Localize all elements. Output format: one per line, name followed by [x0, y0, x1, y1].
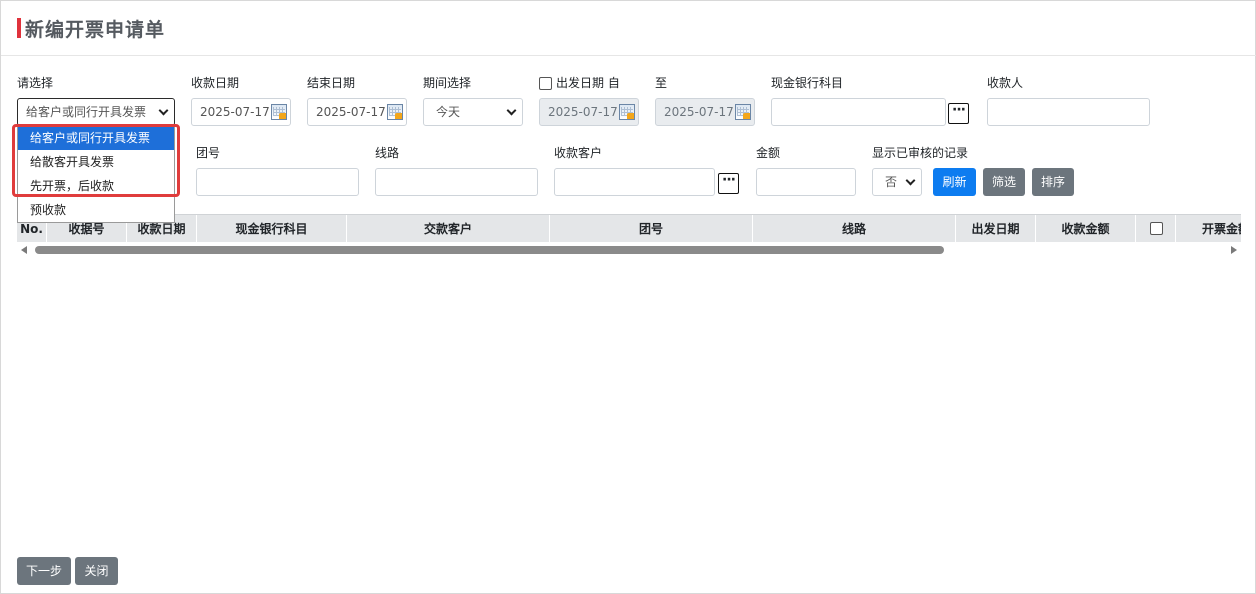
- invoice-type-value: 给客户或同行开具发票: [26, 105, 147, 119]
- customer-picker-button[interactable]: ···: [718, 173, 739, 194]
- column-header-invoice-amount[interactable]: 开票金额: [1176, 215, 1241, 242]
- column-header-amount[interactable]: 收款金额: [1036, 215, 1136, 242]
- depart-to-input[interactable]: 2025-07-17: [655, 98, 755, 126]
- column-header-depart-date[interactable]: 出发日期: [956, 215, 1036, 242]
- group-label: 团号: [196, 146, 221, 160]
- period-label: 期间选择: [423, 76, 472, 90]
- receive-date-input[interactable]: 2025-07-17: [191, 98, 291, 126]
- dropdown-option[interactable]: 预收款: [18, 198, 174, 222]
- sort-button[interactable]: 排序: [1032, 168, 1074, 196]
- depart-from-value: 2025-07-17: [548, 105, 618, 119]
- payee-label: 收款人: [987, 76, 1024, 90]
- filter-button[interactable]: 筛选: [983, 168, 1025, 196]
- dialog-window: 新编开票申请单 请选择 收款日期 结束日期 期间选择 出发日期 自 至 现金银行…: [0, 0, 1256, 594]
- amount-label: 金额: [756, 146, 781, 160]
- end-date-input[interactable]: 2025-07-17: [307, 98, 407, 126]
- calendar-icon[interactable]: [619, 104, 635, 120]
- calendar-icon[interactable]: [735, 104, 751, 120]
- to-label: 至: [655, 76, 668, 90]
- period-select[interactable]: 今天: [423, 98, 523, 126]
- customer-label: 收款客户: [554, 146, 603, 160]
- customer-input[interactable]: [554, 168, 715, 196]
- route-input[interactable]: [375, 168, 538, 196]
- select-all-checkbox[interactable]: [1150, 222, 1163, 235]
- page-title: 新编开票申请单: [25, 19, 166, 41]
- scroll-left-arrow-icon[interactable]: [21, 246, 27, 254]
- scrollbar-thumb[interactable]: [35, 246, 944, 254]
- bank-label: 现金银行科目: [771, 76, 844, 90]
- column-header-group-no[interactable]: 团号: [550, 215, 753, 242]
- receive-date-value: 2025-07-17: [200, 105, 270, 119]
- depart-date-label: 出发日期 自: [556, 76, 620, 90]
- period-value: 今天: [436, 105, 461, 119]
- depart-date-checkbox[interactable]: [539, 77, 552, 90]
- depart-from-input[interactable]: 2025-07-17: [539, 98, 639, 126]
- calendar-icon[interactable]: [271, 104, 287, 120]
- bank-input[interactable]: [771, 98, 946, 126]
- select-label: 请选择: [17, 76, 54, 90]
- next-step-button[interactable]: 下一步: [17, 557, 71, 585]
- invoice-type-select[interactable]: 给客户或同行开具发票: [17, 98, 175, 126]
- column-header-bank-account[interactable]: 现金银行科目: [197, 215, 347, 242]
- calendar-icon[interactable]: [387, 104, 403, 120]
- group-input[interactable]: [196, 168, 359, 196]
- highlight-box: [12, 124, 180, 197]
- chevron-down-icon: [158, 105, 169, 116]
- close-button[interactable]: 关闭: [75, 557, 118, 585]
- table-header: No. 收据号 收款日期 现金银行科目 交款客户 团号 线路 出发日期 收款金额…: [17, 214, 1241, 242]
- amount-input[interactable]: [756, 168, 856, 196]
- title-accent-bar: [17, 18, 21, 38]
- show-audited-value: 否: [885, 175, 898, 189]
- refresh-button[interactable]: 刷新: [933, 168, 976, 196]
- depart-to-value: 2025-07-17: [664, 105, 734, 119]
- column-header-select-all[interactable]: [1136, 215, 1176, 242]
- horizontal-scrollbar[interactable]: [17, 243, 1241, 257]
- route-label: 线路: [375, 146, 400, 160]
- show-audited-select[interactable]: 否: [872, 168, 922, 196]
- receive-date-label: 收款日期: [191, 76, 240, 90]
- end-date-label: 结束日期: [307, 76, 356, 90]
- column-header-route[interactable]: 线路: [753, 215, 956, 242]
- column-header-paying-customer[interactable]: 交款客户: [347, 215, 550, 242]
- scroll-right-arrow-icon[interactable]: [1231, 246, 1237, 254]
- dialog-header: 新编开票申请单: [1, 1, 1256, 56]
- end-date-value: 2025-07-17: [316, 105, 386, 119]
- show-audited-label: 显示已审核的记录: [872, 146, 969, 160]
- chevron-down-icon: [506, 105, 517, 116]
- bank-picker-button[interactable]: ···: [948, 103, 969, 124]
- payee-input[interactable]: [987, 98, 1150, 126]
- chevron-down-icon: [905, 175, 916, 186]
